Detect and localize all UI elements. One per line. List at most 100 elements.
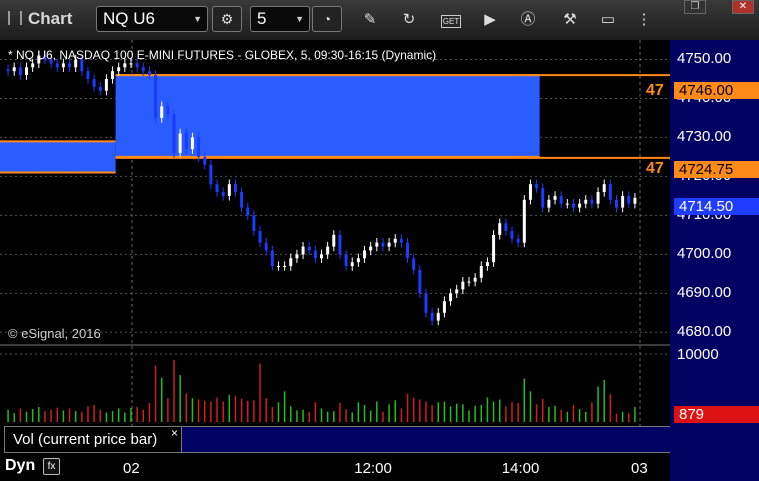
candle-body bbox=[584, 199, 588, 204]
candle-body bbox=[553, 195, 557, 200]
candle-body bbox=[55, 63, 59, 68]
candle-body bbox=[111, 71, 115, 79]
candle-body bbox=[363, 250, 367, 259]
candle-body bbox=[283, 266, 287, 268]
candle-body bbox=[135, 63, 139, 68]
candle-body bbox=[449, 293, 453, 302]
candle-body bbox=[559, 195, 563, 204]
price-axis-tick: 4690.00 bbox=[677, 284, 732, 302]
candle-body bbox=[301, 246, 305, 255]
candle-body bbox=[461, 281, 465, 290]
candle-body bbox=[68, 63, 72, 68]
candle-body bbox=[608, 184, 612, 200]
price-axis-tick: 4730.00 bbox=[677, 128, 732, 146]
candle-body bbox=[541, 188, 545, 208]
candle-body bbox=[123, 63, 127, 68]
candle-body bbox=[424, 293, 428, 313]
fx-icon[interactable]: fx bbox=[43, 458, 60, 475]
candle-body bbox=[516, 238, 520, 243]
candle-body bbox=[442, 301, 446, 313]
candle-body bbox=[393, 238, 397, 243]
candle-body bbox=[356, 258, 360, 263]
candle-body bbox=[473, 277, 477, 282]
volume-study-legend[interactable]: Vol (current price bar) bbox=[4, 426, 182, 453]
candle-body bbox=[418, 269, 422, 294]
candle-body bbox=[375, 242, 379, 247]
candle-body bbox=[276, 266, 280, 268]
price-axis-tick: 4700.00 bbox=[677, 245, 732, 263]
volume-axis-tick: 10000 bbox=[677, 346, 719, 363]
candle-body bbox=[338, 234, 342, 255]
candle-body bbox=[307, 246, 311, 251]
candle-body bbox=[141, 67, 145, 72]
candle-body bbox=[565, 203, 569, 205]
candle-body bbox=[590, 199, 594, 204]
candle-body bbox=[25, 67, 29, 76]
candle-body bbox=[492, 234, 496, 263]
level-price-tag[interactable]: 4746.00 bbox=[674, 82, 759, 99]
study-legend-strip bbox=[182, 426, 670, 453]
chart-description: * NQ U6, NASDAQ 100 E-MINI FUTURES - GLO… bbox=[8, 48, 437, 62]
candle-body bbox=[332, 234, 336, 247]
candle-body bbox=[190, 137, 194, 150]
level-price-tag[interactable]: 4724.75 bbox=[674, 161, 759, 178]
time-axis-tick: 14:00 bbox=[501, 460, 540, 477]
candle-body bbox=[86, 71, 90, 79]
candle-body bbox=[289, 258, 293, 267]
candle-body bbox=[467, 281, 471, 283]
dynamic-label[interactable]: Dyn bbox=[5, 457, 35, 475]
candle-body bbox=[399, 238, 403, 243]
candle-body bbox=[406, 242, 410, 259]
candle-body bbox=[227, 184, 231, 196]
last-price-tag: 4714.50 bbox=[674, 198, 759, 215]
price-zone bbox=[0, 141, 116, 173]
candle-body bbox=[412, 258, 416, 270]
candle-body bbox=[117, 67, 121, 72]
candle-body bbox=[602, 184, 606, 192]
candle-body bbox=[614, 199, 618, 208]
candle-body bbox=[197, 137, 201, 157]
candle-body bbox=[504, 223, 508, 231]
chart-canvas[interactable] bbox=[0, 0, 759, 481]
candle-body bbox=[633, 197, 637, 204]
close-study-icon[interactable]: × bbox=[171, 426, 178, 440]
candle-body bbox=[381, 242, 385, 247]
candle-body bbox=[621, 195, 625, 208]
candle-body bbox=[98, 86, 102, 91]
level-short-label: 47 bbox=[646, 160, 664, 177]
level-short-label: 47 bbox=[646, 82, 664, 99]
candle-body bbox=[160, 106, 164, 118]
candle-body bbox=[129, 63, 133, 65]
time-axis-tick: 03 bbox=[631, 460, 648, 477]
candle-body bbox=[320, 254, 323, 259]
candle-body bbox=[547, 199, 551, 208]
candle-body bbox=[326, 246, 330, 255]
candle-body bbox=[528, 184, 532, 200]
candle-body bbox=[221, 192, 225, 196]
candle-body bbox=[215, 184, 219, 192]
candle-body bbox=[436, 312, 440, 321]
candle-body bbox=[203, 156, 207, 165]
time-axis-tick: 02 bbox=[123, 460, 140, 477]
candle-body bbox=[596, 192, 600, 204]
candle-body bbox=[6, 69, 10, 72]
candle-body bbox=[522, 199, 526, 243]
candle-body bbox=[313, 250, 317, 259]
candle-body bbox=[178, 133, 182, 154]
candle-body bbox=[264, 242, 268, 251]
candle-body bbox=[479, 266, 483, 278]
candle-body bbox=[627, 195, 631, 204]
candle-body bbox=[147, 71, 151, 76]
candle-body bbox=[387, 242, 391, 247]
candle-body bbox=[535, 184, 539, 189]
candle-body bbox=[240, 192, 244, 208]
candle-body bbox=[430, 312, 434, 321]
candle-body bbox=[578, 203, 582, 208]
candle-body bbox=[172, 114, 176, 154]
time-axis-tick: 12:00 bbox=[354, 460, 392, 477]
candle-body bbox=[166, 106, 170, 115]
candle-body bbox=[295, 254, 299, 259]
candle-body bbox=[184, 133, 188, 150]
candle-body bbox=[571, 203, 575, 208]
candle-body bbox=[61, 63, 65, 68]
